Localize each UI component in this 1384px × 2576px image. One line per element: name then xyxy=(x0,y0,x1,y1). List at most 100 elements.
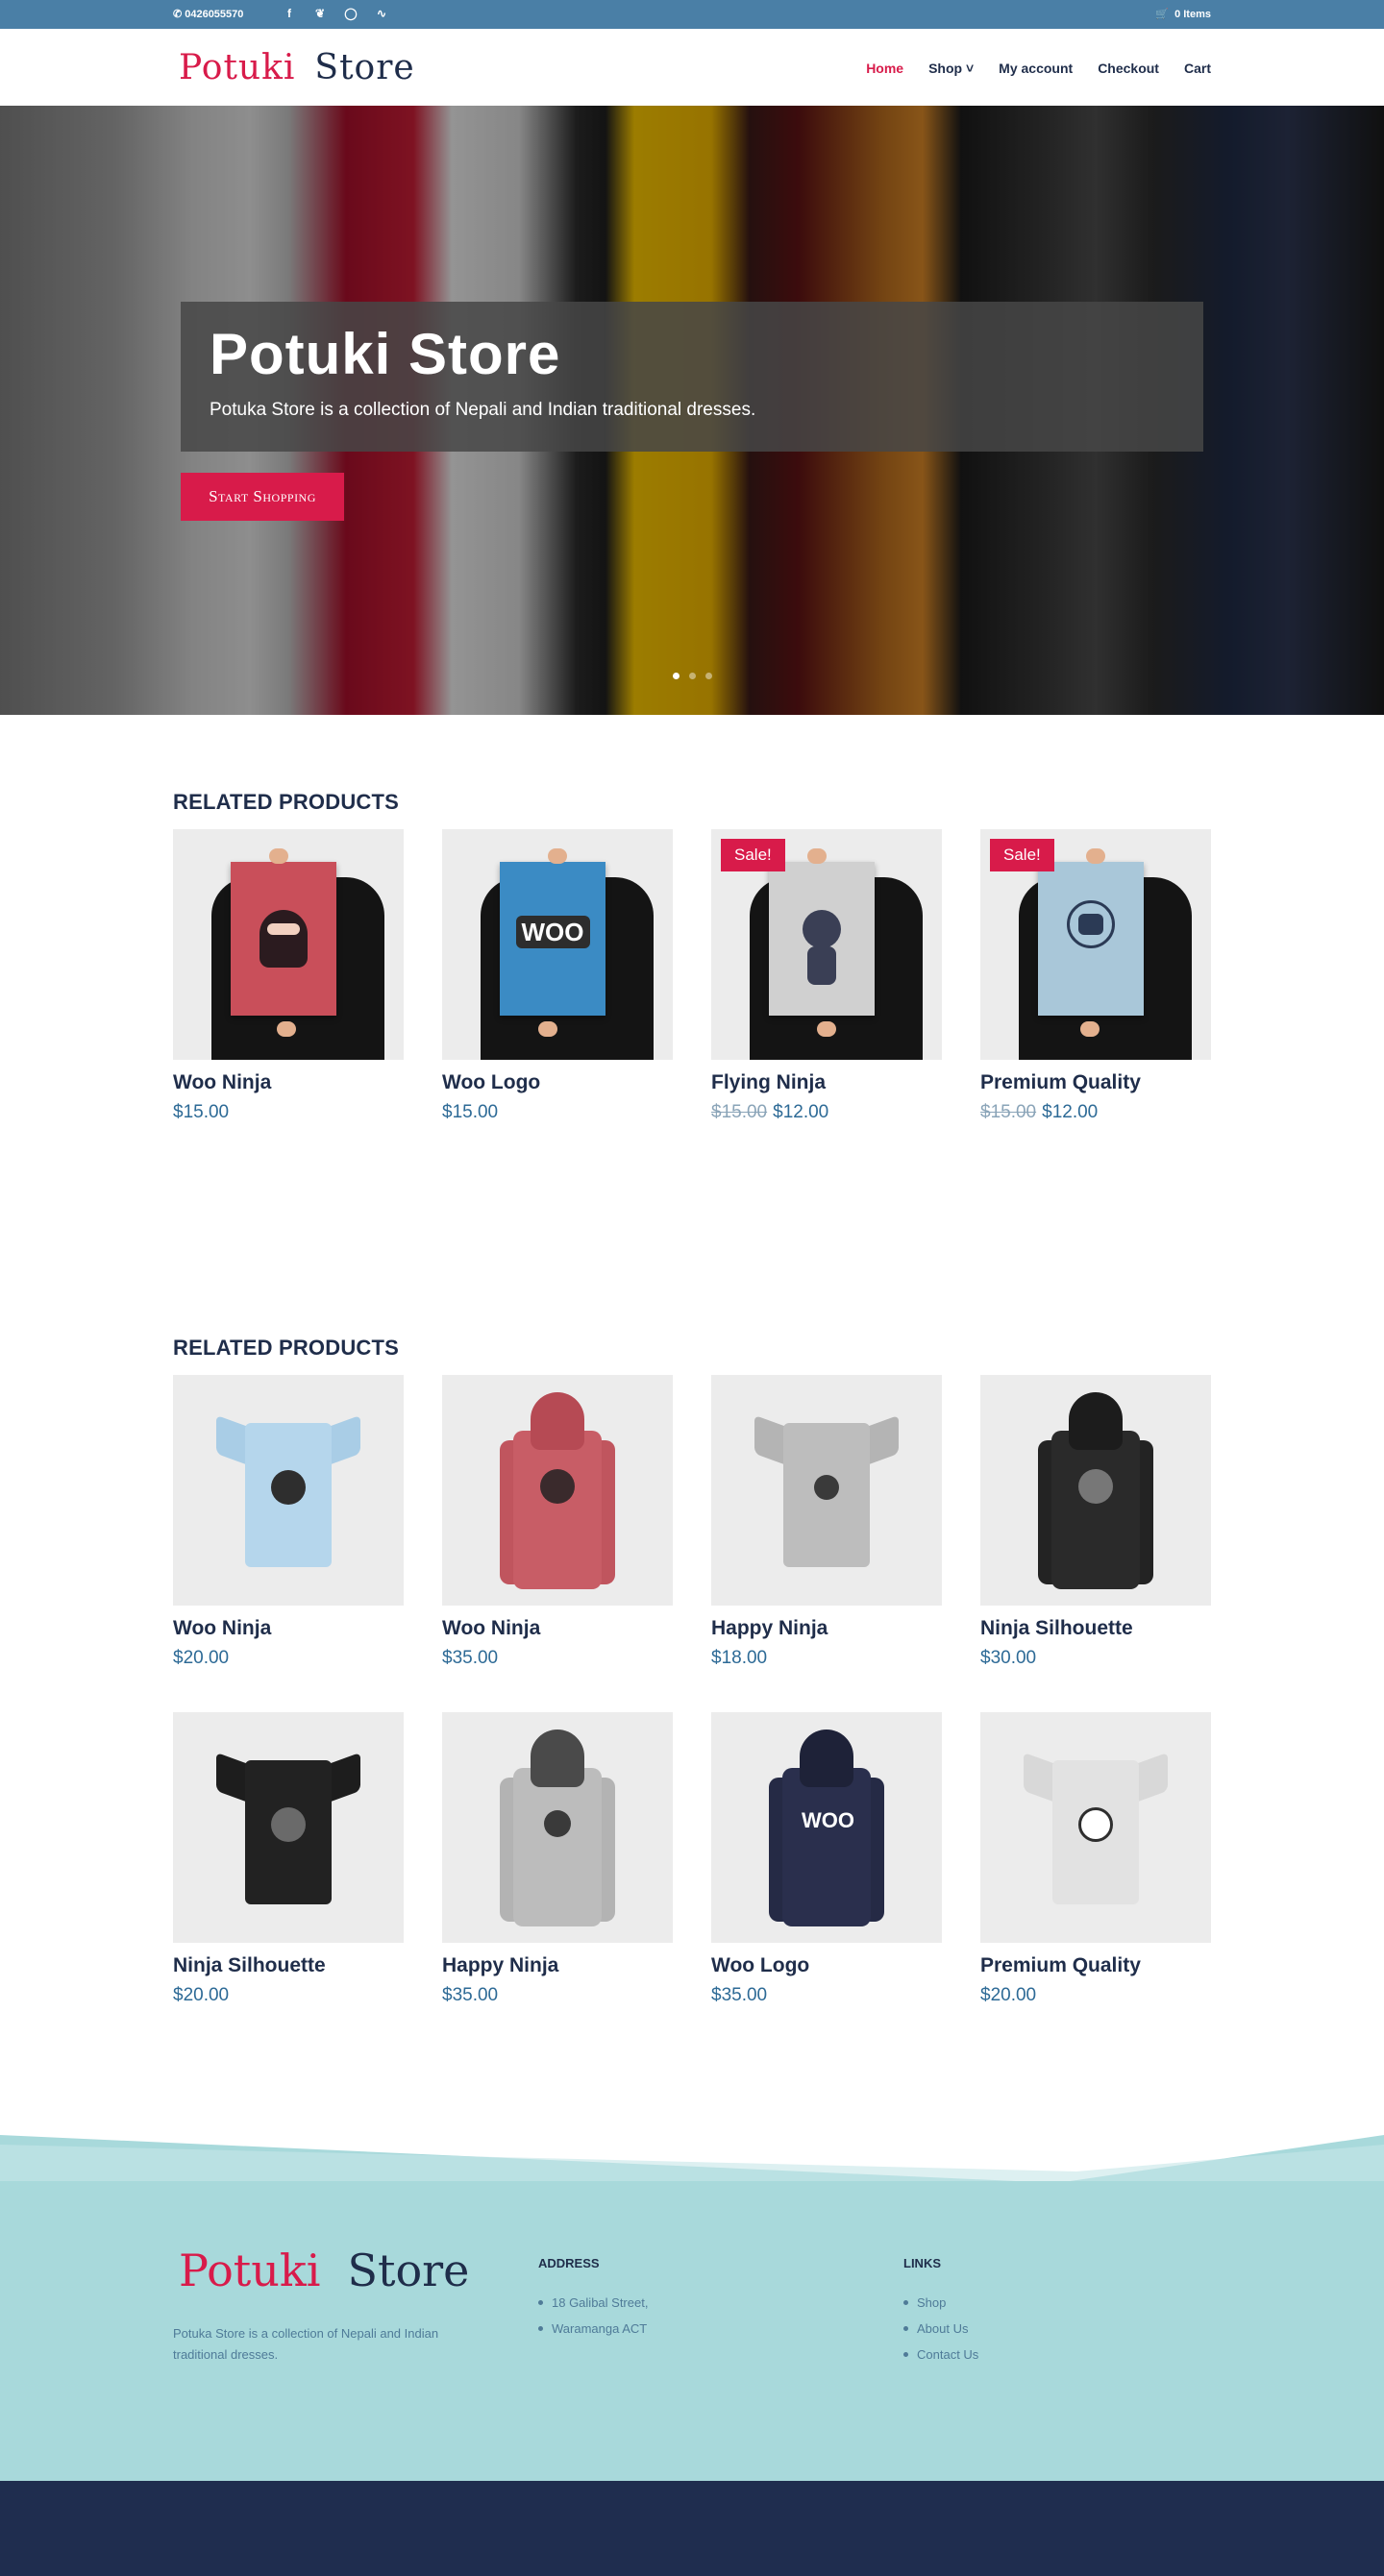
product-image[interactable] xyxy=(173,1712,404,1943)
nav-shop[interactable]: Shop ˅ xyxy=(928,61,974,76)
product-card[interactable]: WOO Woo Logo $15.00 xyxy=(442,829,673,1123)
product-name[interactable]: Woo Ninja xyxy=(173,1071,404,1094)
product-image[interactable] xyxy=(173,829,404,1060)
product-image[interactable] xyxy=(711,1375,942,1606)
product-card[interactable]: Sale! Flying Ninja $15.00 $12.00 xyxy=(711,829,942,1123)
nav-cart[interactable]: Cart xyxy=(1184,61,1211,76)
product-price: $35.00 xyxy=(711,1985,768,2005)
address-line: Waramanga ACT xyxy=(538,2321,648,2336)
product-name[interactable]: Woo Ninja xyxy=(173,1617,404,1640)
instagram-icon[interactable]: ◯ xyxy=(343,6,358,21)
product-name[interactable]: Happy Ninja xyxy=(711,1617,942,1640)
product-image[interactable]: WOO xyxy=(442,829,673,1060)
product-current-price: $12.00 xyxy=(773,1102,829,1122)
product-card[interactable]: Woo Ninja $20.00 xyxy=(173,1375,404,1669)
product-image[interactable] xyxy=(442,1712,673,1943)
logo-part1: Potuki xyxy=(179,48,296,87)
product-name[interactable]: Flying Ninja xyxy=(711,1071,942,1094)
product-image[interactable]: Sale! xyxy=(711,829,942,1060)
product-card[interactable]: Sale! Premium Quality $15.00 $12.00 xyxy=(980,829,1211,1123)
product-name[interactable]: Woo Logo xyxy=(711,1954,942,1977)
footer-link-contact[interactable]: Contact Us xyxy=(903,2347,978,2362)
product-price: $18.00 xyxy=(711,1648,768,1668)
product-name[interactable]: Premium Quality xyxy=(980,1071,1211,1094)
cart-count: 0 Items xyxy=(1174,8,1211,20)
product-old-price: $15.00 xyxy=(980,1102,1037,1122)
twitter-icon[interactable]: ❦ xyxy=(312,6,328,21)
chevron-down-icon: ˅ xyxy=(965,61,975,76)
footer-address-column: ADDRESS 18 Galibal Street, Waramanga ACT xyxy=(538,2256,648,2347)
product-current-price: $15.00 xyxy=(173,1102,230,1122)
phone-text: 0426055570 xyxy=(185,8,244,20)
site-logo[interactable]: Potuki Store xyxy=(179,48,415,87)
footer-address-title: ADDRESS xyxy=(538,2256,600,2270)
start-shopping-button[interactable]: Start Shopping xyxy=(181,473,344,521)
footer-description: Potuka Store is a collection of Nepali a… xyxy=(173,2326,439,2362)
rss-icon[interactable]: ∿ xyxy=(374,6,389,21)
nav-my-account[interactable]: My account xyxy=(999,61,1073,76)
product-card[interactable]: Ninja Silhouette $30.00 xyxy=(980,1375,1211,1669)
social-links: f ❦ ◯ ∿ xyxy=(282,6,389,21)
product-price: $15.00 $12.00 xyxy=(711,1102,942,1123)
product-name[interactable]: Happy Ninja xyxy=(442,1954,673,1977)
slider-dots xyxy=(673,673,712,679)
product-card[interactable]: WOO Woo Logo $35.00 xyxy=(711,1712,942,2006)
facebook-icon[interactable]: f xyxy=(282,6,297,21)
site-header: Potuki Store Home Shop ˅ My account Check… xyxy=(0,29,1384,106)
phone-number[interactable]: ✆ 0426055570 xyxy=(173,8,244,21)
product-price: $35.00 xyxy=(442,1648,499,1668)
product-card[interactable]: Happy Ninja $35.00 xyxy=(442,1712,673,2006)
product-price: $15.00 xyxy=(442,1102,673,1123)
slider-dot-1[interactable] xyxy=(673,673,680,679)
phone-icon: ✆ xyxy=(173,9,183,20)
logo-part2: Store xyxy=(314,48,415,87)
product-card[interactable]: Happy Ninja $18.00 xyxy=(711,1375,942,1669)
section-title: RELATED PRODUCTS xyxy=(173,790,400,814)
product-price: $35.00 xyxy=(442,1985,499,2005)
footer-logo-part1: Potuki xyxy=(179,2245,321,2296)
product-card[interactable]: Woo Ninja $35.00 xyxy=(442,1375,673,1669)
product-price: $20.00 xyxy=(980,1985,1037,2005)
footer-logo[interactable]: Potuki Store xyxy=(179,2245,469,2296)
product-current-price: $15.00 xyxy=(442,1102,499,1122)
nav-shop-label: Shop xyxy=(928,61,963,76)
product-name[interactable]: Ninja Silhouette xyxy=(173,1954,404,1977)
section-title: RELATED PRODUCTS xyxy=(173,1336,400,1360)
top-bar: ✆ 0426055570 f ❦ ◯ ∿ 🛒 0 Items xyxy=(0,0,1384,29)
product-card[interactable]: Ninja Silhouette $20.00 xyxy=(173,1712,404,2006)
product-current-price: $12.00 xyxy=(1042,1102,1099,1122)
product-card[interactable]: Premium Quality $20.00 xyxy=(980,1712,1211,2006)
product-price: $30.00 xyxy=(980,1648,1037,1668)
footer-links-title: LINKS xyxy=(903,2256,941,2270)
product-image[interactable] xyxy=(173,1375,404,1606)
product-name[interactable]: Ninja Silhouette xyxy=(980,1617,1211,1640)
footer-links-column: LINKS Shop About Us Contact Us xyxy=(903,2256,978,2373)
nav-home[interactable]: Home xyxy=(866,61,903,76)
hero-subtitle: Potuka Store is a collection of Nepali a… xyxy=(210,400,756,420)
product-image[interactable]: Sale! xyxy=(980,829,1211,1060)
product-name[interactable]: Woo Logo xyxy=(442,1071,673,1094)
sale-badge: Sale! xyxy=(990,839,1054,871)
cart-link[interactable]: 🛒 0 Items xyxy=(1155,8,1211,21)
main-nav: Home Shop ˅ My account Checkout Cart xyxy=(866,61,1211,76)
product-old-price: $15.00 xyxy=(711,1102,768,1122)
sale-badge: Sale! xyxy=(721,839,785,871)
product-image[interactable] xyxy=(442,1375,673,1606)
product-name[interactable]: Premium Quality xyxy=(980,1954,1211,1977)
footer-logo-part2: Store xyxy=(347,2245,470,2296)
slider-dot-2[interactable] xyxy=(689,673,696,679)
nav-checkout[interactable]: Checkout xyxy=(1098,61,1159,76)
slider-dot-3[interactable] xyxy=(705,673,712,679)
footer-link-shop[interactable]: Shop xyxy=(903,2295,978,2310)
footer-link-about[interactable]: About Us xyxy=(903,2321,978,2336)
product-image[interactable]: WOO xyxy=(711,1712,942,1943)
product-image[interactable] xyxy=(980,1375,1211,1606)
bottom-bar xyxy=(0,2481,1384,2576)
product-card[interactable]: Woo Ninja $15.00 xyxy=(173,829,404,1123)
product-price: $20.00 xyxy=(173,1985,230,2005)
hero-title: Potuki Store xyxy=(210,322,561,386)
product-name[interactable]: Woo Ninja xyxy=(442,1617,673,1640)
hero-slider: Potuki Store Potuka Store is a collectio… xyxy=(0,106,1384,715)
product-price: $20.00 xyxy=(173,1648,230,1668)
product-image[interactable] xyxy=(980,1712,1211,1943)
